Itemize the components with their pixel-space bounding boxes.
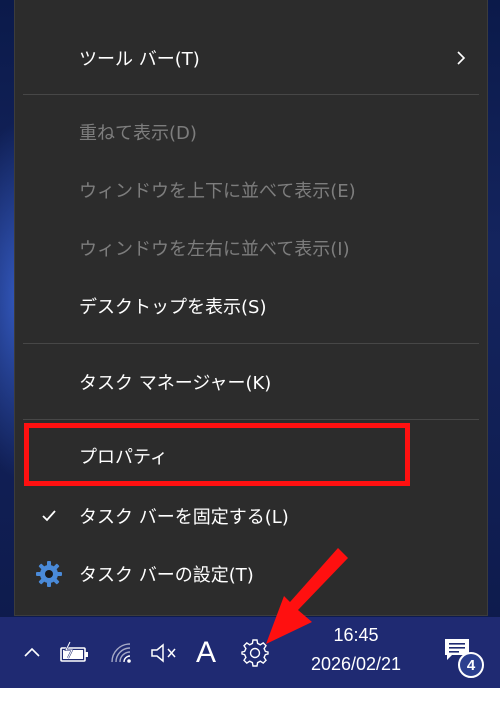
notification-count-badge: 4 bbox=[458, 652, 484, 678]
menu-separator bbox=[23, 343, 479, 344]
clock-date: 2026/02/21 bbox=[310, 654, 402, 674]
chevron-up-icon[interactable] bbox=[20, 641, 44, 665]
system-clock[interactable]: 16:45 2026/02/21 bbox=[296, 621, 416, 679]
menu-item-cascade[interactable]: 重ねて表示(D) bbox=[15, 104, 487, 160]
volume-muted-icon[interactable] bbox=[148, 640, 180, 666]
battery-charging-icon[interactable] bbox=[58, 640, 92, 666]
menu-item-show-desktop[interactable]: デスクトップを表示(S) bbox=[15, 278, 487, 334]
taskbar: A 16:45 2026/02/21 bbox=[0, 617, 500, 688]
settings-gear-icon bbox=[36, 561, 62, 587]
menu-item-label: ツール バー(T) bbox=[79, 49, 200, 70]
menu-item-side-by-side[interactable]: ウィンドウを左右に並べて表示(I) bbox=[15, 220, 487, 276]
menu-separator bbox=[23, 419, 479, 420]
ime-mode-icon[interactable]: A bbox=[193, 633, 219, 673]
checkmark-icon bbox=[42, 510, 56, 522]
menu-item-toolbars[interactable]: ツール バー(T) bbox=[15, 30, 487, 86]
menu-item-properties[interactable]: プロパティ bbox=[15, 428, 487, 484]
menu-item-stack-vertical[interactable]: ウィンドウを上下に並べて表示(E) bbox=[15, 162, 487, 218]
menu-separator bbox=[23, 94, 479, 95]
menu-item-label: プロパティ bbox=[79, 447, 168, 468]
menu-item-lock-taskbar[interactable]: タスク バーを固定する(L) bbox=[15, 488, 487, 544]
menu-item-label: タスク バーの設定(T) bbox=[79, 565, 254, 586]
menu-item-taskbar-settings[interactable]: タスク バーの設定(T) bbox=[15, 546, 487, 602]
menu-item-label: デスクトップを表示(S) bbox=[79, 297, 267, 318]
menu-item-label: 重ねて表示(D) bbox=[79, 123, 197, 144]
gear-icon[interactable] bbox=[240, 638, 270, 668]
taskbar-context-menu: ツール バー(T) 重ねて表示(D) ウィンドウを上下に並べて表示(E) ウィン… bbox=[14, 0, 488, 616]
menu-item-label: ウィンドウを左右に並べて表示(I) bbox=[79, 239, 350, 260]
menu-item-label: タスク マネージャー(K) bbox=[79, 373, 272, 394]
clock-time: 16:45 bbox=[333, 625, 379, 645]
wifi-icon[interactable] bbox=[108, 640, 136, 666]
menu-item-task-manager[interactable]: タスク マネージャー(K) bbox=[15, 354, 487, 410]
menu-item-label: ウィンドウを上下に並べて表示(E) bbox=[79, 181, 356, 202]
chevron-right-icon bbox=[457, 51, 466, 65]
menu-item-label: タスク バーを固定する(L) bbox=[79, 507, 289, 528]
